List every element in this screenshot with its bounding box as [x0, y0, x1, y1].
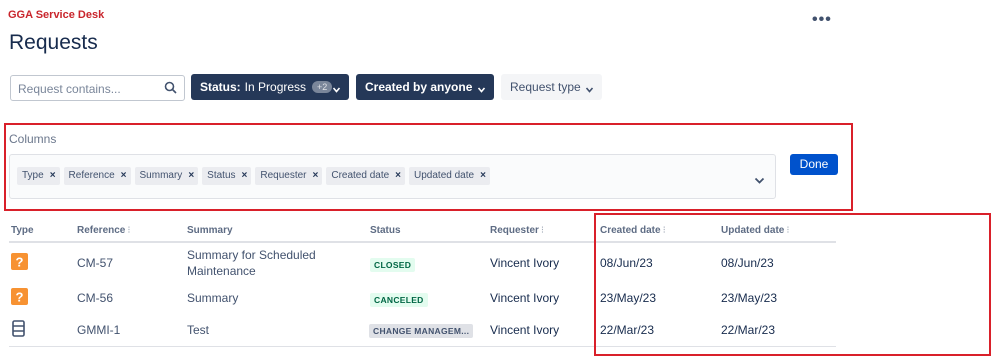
column-tag: Created date × [326, 167, 406, 185]
app-name[interactable]: GGA Service Desk [8, 9, 104, 21]
created-by-filter-button[interactable]: Created by anyone [356, 74, 494, 100]
column-tag: Summary × [134, 167, 199, 185]
remove-tag-icon[interactable]: × [395, 167, 401, 185]
chevron-down-icon [585, 83, 594, 97]
column-header-summary: Summary [187, 225, 233, 236]
column-header-reference[interactable]: Reference ⁝ [77, 225, 131, 236]
remove-tag-icon[interactable]: × [480, 167, 486, 185]
requester-name: Vincent Ivory [490, 323, 560, 337]
sort-icon: ⁝ [540, 225, 545, 236]
columns-multiselect[interactable]: Type × Reference × Summary × Status × Requester ×… [9, 154, 776, 199]
search-icon[interactable] [164, 81, 177, 99]
done-button[interactable]: Done [790, 154, 838, 175]
status-count-badge: +2 [312, 81, 333, 93]
requester-name: Vincent Ivory [490, 291, 560, 305]
header-label: Type [11, 225, 34, 236]
server-icon [12, 320, 29, 337]
column-tag-list: Type × Reference × Summary × Status × Requester ×… [17, 167, 490, 185]
request-reference-link[interactable]: GMMI-1 [77, 323, 120, 337]
column-tag-label: Updated date [414, 170, 475, 181]
requester-name: Vincent Ivory [490, 256, 560, 270]
column-tag: Status × [202, 167, 252, 185]
search-input[interactable] [16, 77, 160, 101]
column-tag: Type × [17, 167, 60, 185]
more-options-icon[interactable]: ••• [812, 11, 832, 29]
header-label: Status [370, 225, 401, 236]
column-header-status: Status [370, 225, 401, 236]
column-tag: Updated date × [409, 167, 490, 185]
status-filter-button[interactable]: Status: In Progress +2 [191, 74, 349, 100]
column-tag: Reference × [63, 167, 131, 185]
search-field[interactable] [10, 75, 185, 101]
status-badge: CHANGE MANAGEM... [369, 324, 474, 338]
status-filter-value: In Progress [244, 80, 307, 94]
remove-tag-icon[interactable]: × [242, 167, 248, 185]
question-icon: ? [11, 288, 28, 305]
svg-text:?: ? [16, 290, 24, 305]
remove-tag-icon[interactable]: × [313, 167, 319, 185]
column-tag-label: Requester [260, 170, 307, 181]
chevron-down-icon[interactable] [754, 172, 765, 190]
created-by-filter-label: Created by anyone [365, 80, 473, 94]
question-icon: ? [11, 253, 28, 270]
page-title: Requests [9, 31, 98, 54]
request-summary-link-line2[interactable]: Maintenance [187, 264, 256, 278]
status-badge: CANCELED [370, 293, 428, 307]
request-type-filter-button[interactable]: Request type [501, 74, 602, 100]
chevron-down-icon [477, 83, 486, 97]
sort-icon: ⁝ [127, 225, 131, 236]
column-tag: Requester × [255, 167, 323, 185]
column-header-requester[interactable]: Requester ⁝ [490, 225, 544, 236]
remove-tag-icon[interactable]: × [188, 167, 194, 185]
remove-tag-icon[interactable]: × [121, 167, 127, 185]
column-tag-label: Reference [68, 170, 115, 181]
header-label: Reference [77, 225, 126, 236]
request-reference-link[interactable]: CM-56 [77, 291, 113, 305]
header-label: Requester [490, 225, 539, 236]
column-tag-label: Created date [331, 170, 390, 181]
chevron-down-icon [332, 83, 341, 97]
svg-text:?: ? [16, 255, 24, 270]
request-reference-link[interactable]: CM-57 [77, 256, 113, 270]
column-tag-label: Summary [139, 170, 183, 181]
columns-label: Columns [9, 132, 57, 146]
request-type-filter-label: Request type [510, 80, 581, 94]
request-summary-link[interactable]: Summary for Scheduled [187, 248, 316, 262]
column-header-type: Type [11, 225, 34, 236]
header-label: Summary [187, 225, 233, 236]
column-tag-label: Status [207, 170, 236, 181]
dates-highlight-box [594, 213, 991, 356]
request-summary-link[interactable]: Test [187, 323, 209, 337]
request-summary-link[interactable]: Summary [187, 291, 238, 305]
status-filter-label: Status: [200, 80, 241, 94]
status-badge: CLOSED [370, 258, 416, 272]
column-tag-label: Type [22, 170, 44, 181]
remove-tag-icon[interactable]: × [50, 167, 56, 185]
